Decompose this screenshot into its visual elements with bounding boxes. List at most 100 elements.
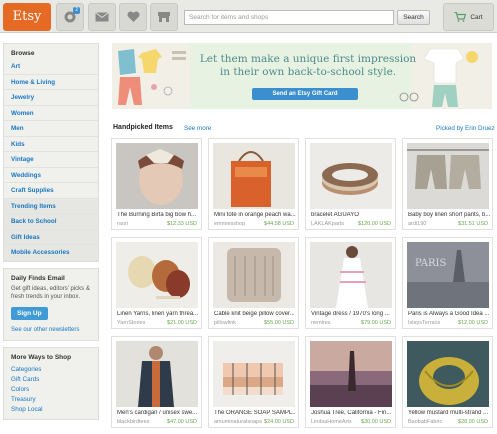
item-price: $79.00 USD: [361, 320, 391, 326]
item-shop[interactable]: pillowlink: [214, 320, 236, 326]
item-title[interactable]: Men's cardigan / unisex swe...: [117, 410, 199, 416]
search-input[interactable]: [184, 10, 394, 25]
category-link[interactable]: Women: [4, 106, 98, 121]
more-ways-link[interactable]: Gift Cards: [11, 375, 91, 385]
item-title[interactable]: Cable knit beige pillow cover...: [214, 311, 296, 317]
item-shop[interactable]: YarnStories: [117, 320, 145, 326]
sign-up-button[interactable]: Sign Up: [11, 306, 48, 320]
see-more-link[interactable]: See more: [184, 125, 211, 132]
item-shop[interactable]: blackbirdtees: [117, 419, 149, 425]
daily-finds-box: Daily Finds Email Get gift ideas, editor…: [3, 267, 99, 341]
item-shop[interactable]: LindsaHomeArts: [311, 419, 352, 425]
more-ways-link[interactable]: Treasury: [11, 395, 91, 405]
messages-icon-button[interactable]: [88, 3, 116, 31]
handpicked-title: Handpicked Items: [113, 124, 173, 131]
category-link[interactable]: Gift Ideas: [4, 229, 98, 245]
item-price: $47.00 USD: [167, 419, 197, 425]
item-title[interactable]: The Burning Birta big bow h...: [117, 212, 199, 218]
picked-by-link[interactable]: Picked by Erin Druez: [436, 125, 495, 132]
promo-banner: Let them make a unique first impression …: [112, 43, 492, 109]
more-ways-link[interactable]: Shop Local: [11, 405, 91, 415]
item-title[interactable]: Joshua Tree, California - Fin...: [311, 410, 393, 416]
item-title[interactable]: Paris is Always a Good Idea ...: [408, 311, 490, 317]
search-button[interactable]: Search: [397, 10, 430, 25]
item-title[interactable]: Baby boy linen shorf pants, b...: [408, 212, 490, 218]
category-link[interactable]: Trending Items: [4, 198, 98, 214]
category-link[interactable]: Mobile Accessories: [4, 245, 98, 261]
newsletters-link[interactable]: See our other newsletters: [11, 327, 91, 333]
etsy-logo[interactable]: Etsy: [3, 3, 51, 31]
category-link[interactable]: Weddings: [4, 168, 98, 183]
item-price: $12.00 USD: [458, 320, 488, 326]
item-card[interactable]: PARIS Paris is Always a Good Idea ... Is…: [402, 237, 493, 329]
more-ways-title: More Ways to Shop: [11, 353, 72, 361]
item-card[interactable]: Cable knit beige pillow cover... pillowl…: [208, 237, 299, 329]
svg-text:PARIS: PARIS: [415, 258, 447, 269]
item-card[interactable]: Mini tote in orange peach wa... emmiessh…: [208, 138, 299, 230]
item-shop[interactable]: raori: [117, 221, 128, 227]
item-image[interactable]: [213, 341, 295, 407]
item-shop[interactable]: emmiesshop: [214, 221, 245, 227]
item-card[interactable]: Linen Yarns, linen yarn threa... YarnSto…: [111, 237, 202, 329]
shop-icon-button[interactable]: [150, 3, 178, 31]
item-title[interactable]: Linen Yarns, linen yarn threa...: [117, 311, 199, 317]
item-card[interactable]: The ORANGE SOAP SAMPL... amuminaturalsoa…: [208, 336, 299, 428]
banner-headline: Let them make a unique first impression …: [198, 53, 418, 79]
item-price: $30.00 USD: [361, 419, 391, 425]
category-link[interactable]: Home & Living: [4, 75, 98, 90]
item-image[interactable]: [213, 143, 295, 209]
storefront-icon: [158, 12, 170, 22]
item-card[interactable]: Yellow mustard multi-strand ... BaobabFa…: [402, 336, 493, 428]
category-link[interactable]: Craft Supplies: [4, 183, 98, 199]
item-image[interactable]: [116, 242, 198, 308]
item-card[interactable]: The Burning Birta big bow h... raori $12…: [111, 138, 202, 230]
category-link[interactable]: Art: [4, 59, 98, 75]
item-shop[interactable]: LAKLAKparts: [311, 221, 344, 227]
item-shop[interactable]: amuminaturalsoaps: [214, 419, 262, 425]
item-image[interactable]: [116, 341, 198, 407]
daily-finds-title: Daily Finds Email: [11, 274, 65, 282]
left-sidebar: Browse Art Home & Living Jewelry Women M…: [3, 43, 99, 426]
item-image[interactable]: [407, 341, 489, 407]
item-shop[interactable]: BaobabFabric: [408, 419, 442, 425]
item-image[interactable]: [213, 242, 295, 308]
item-shop[interactable]: nemires: [311, 320, 331, 326]
item-price: $28.00 USD: [458, 419, 488, 425]
item-shop[interactable]: ardi190: [408, 221, 426, 227]
more-ways-link[interactable]: Colors: [11, 385, 91, 395]
item-image[interactable]: [310, 143, 392, 209]
browse-title: Browse: [11, 50, 35, 57]
item-title[interactable]: The ORANGE SOAP SAMPL...: [214, 410, 296, 416]
item-image[interactable]: [116, 143, 198, 209]
daily-finds-text: Get gift ideas, editors' picks & fresh t…: [11, 285, 90, 300]
item-card[interactable]: Joshua Tree, California - Fin... LindsaH…: [305, 336, 396, 428]
item-card[interactable]: Baby boy linen shorf pants, b... ardi190…: [402, 138, 493, 230]
category-link[interactable]: Vintage: [4, 152, 98, 168]
item-title[interactable]: Yellow mustard multi-strand ...: [408, 410, 490, 416]
item-image[interactable]: [407, 143, 489, 209]
category-link[interactable]: Men: [4, 121, 98, 137]
item-title[interactable]: bracelet AGUAYO: [311, 212, 393, 218]
category-link[interactable]: Back to School: [4, 214, 98, 230]
category-link[interactable]: Kids: [4, 137, 98, 152]
envelope-icon: [95, 12, 109, 22]
activity-icon-button[interactable]: 2: [56, 3, 84, 31]
search-bar: Search: [184, 10, 430, 25]
item-image[interactable]: [310, 242, 392, 308]
more-ways-link[interactable]: Categories: [11, 365, 91, 375]
item-card[interactable]: Vintage dress / 1970's long ... nemires …: [305, 237, 396, 329]
cart-button[interactable]: Cart: [443, 3, 494, 31]
item-title[interactable]: Vintage dress / 1970's long ...: [311, 311, 393, 317]
item-card[interactable]: Men's cardigan / unisex swe... blackbird…: [111, 336, 202, 428]
item-card[interactable]: bracelet AGUAYO LAKLAKparts $120.00 USD: [305, 138, 396, 230]
heart-icon: [126, 11, 140, 22]
cart-icon: [454, 12, 467, 22]
gift-card-button[interactable]: Send an Etsy Gift Card: [252, 88, 358, 100]
item-image[interactable]: [310, 341, 392, 407]
category-link[interactable]: Jewelry: [4, 90, 98, 106]
item-price: $120.00 USD: [357, 221, 391, 227]
item-image[interactable]: PARIS: [407, 242, 489, 308]
item-title[interactable]: Mini tote in orange peach wa...: [214, 212, 296, 218]
favorites-icon-button[interactable]: [119, 3, 147, 31]
item-shop[interactable]: IslaysTerrace: [408, 320, 440, 326]
